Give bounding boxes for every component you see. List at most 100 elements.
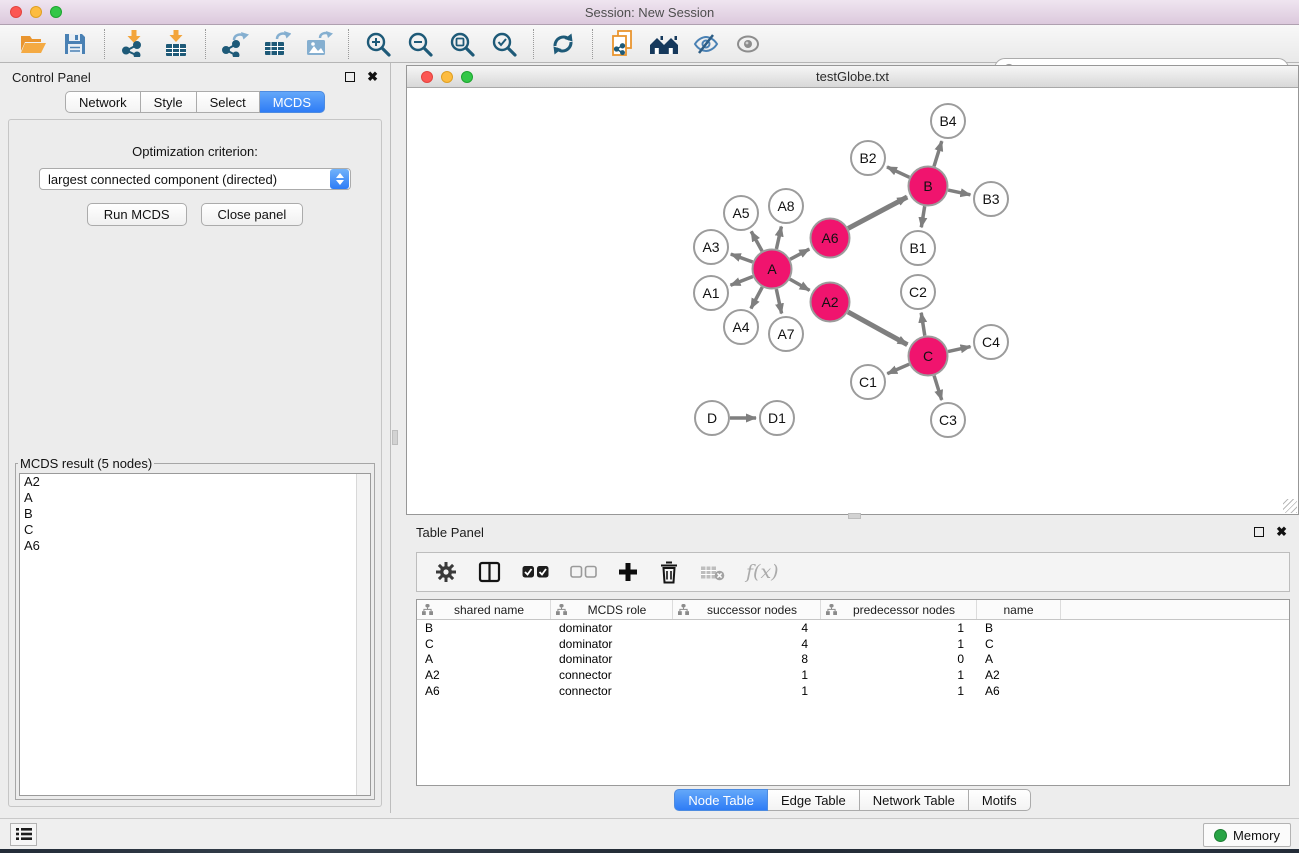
table-row[interactable]: Cdominator41C	[417, 636, 1289, 652]
table-float-panel-icon[interactable]	[1254, 527, 1264, 537]
table-tab-network-table[interactable]: Network Table	[860, 789, 969, 811]
graph-edge-A-A4[interactable]	[751, 287, 762, 308]
graph-node-A4[interactable]: A4	[724, 310, 758, 344]
graph-edge-A-A2[interactable]	[790, 279, 810, 290]
vertical-splitter-handle[interactable]	[392, 430, 398, 445]
mcds-result-item[interactable]: C	[20, 522, 370, 538]
optimization-criterion-select[interactable]: largest connected component (directed)	[39, 168, 351, 190]
graph-node-C2[interactable]: C2	[901, 275, 935, 309]
graph-node-A[interactable]: A	[753, 250, 792, 289]
table-settings-button[interactable]	[435, 561, 457, 583]
graph-edge-A-A8[interactable]	[776, 227, 781, 250]
graph-edge-C-C3[interactable]	[934, 376, 942, 400]
graph-node-B2[interactable]: B2	[851, 141, 885, 175]
tab-network[interactable]: Network	[65, 91, 141, 113]
table-row[interactable]: A6connector11A6	[417, 683, 1289, 699]
float-panel-icon[interactable]	[345, 72, 355, 82]
graph-edge-A-A1[interactable]	[731, 277, 753, 286]
graph-node-B4[interactable]: B4	[931, 104, 965, 138]
tab-mcds[interactable]: MCDS	[260, 91, 325, 113]
column-header-shared-name[interactable]: shared name	[417, 600, 551, 619]
show-graphics-details-button[interactable]	[727, 28, 769, 60]
graph-edge-B-B4[interactable]	[934, 141, 942, 166]
mcds-result-item[interactable]: B	[20, 506, 370, 522]
graph-node-A7[interactable]: A7	[769, 317, 803, 351]
graph-node-D1[interactable]: D1	[760, 401, 794, 435]
graph-node-C3[interactable]: C3	[931, 403, 965, 437]
graph-edge-B-B3[interactable]	[948, 190, 970, 195]
table-tab-motifs[interactable]: Motifs	[969, 789, 1031, 811]
graph-node-C[interactable]: C	[909, 337, 948, 376]
graph-edge-C-C1[interactable]	[887, 364, 909, 374]
deselect-all-rows-button[interactable]	[570, 565, 597, 579]
table-row[interactable]: Adominator80A	[417, 651, 1289, 667]
graph-node-A1[interactable]: A1	[694, 276, 728, 310]
column-header-mcds-role[interactable]: MCDS role	[551, 600, 673, 619]
import-network-button[interactable]	[113, 28, 155, 60]
table-tab-node-table[interactable]: Node Table	[674, 789, 768, 811]
table-close-panel-icon[interactable]: ✖	[1276, 527, 1287, 537]
zoom-fit-button[interactable]	[441, 28, 483, 60]
open-session-button[interactable]	[12, 28, 54, 60]
mcds-result-item[interactable]: A2	[20, 474, 370, 490]
mcds-result-item[interactable]: A	[20, 490, 370, 506]
export-image-button[interactable]	[298, 28, 340, 60]
table-row[interactable]: Bdominator41B	[417, 620, 1289, 636]
apply-layout-button[interactable]	[542, 28, 584, 60]
export-table-button[interactable]	[256, 28, 298, 60]
graph-node-A8[interactable]: A8	[769, 189, 803, 223]
graph-node-D[interactable]: D	[695, 401, 729, 435]
close-panel-icon[interactable]: ✖	[367, 72, 378, 82]
graph-edge-A-A6[interactable]	[790, 249, 809, 259]
graph-node-A5[interactable]: A5	[724, 196, 758, 230]
graph-edge-A6-B[interactable]	[848, 197, 907, 228]
network-window-titlebar[interactable]: testGlobe.txt	[407, 66, 1298, 88]
run-mcds-button[interactable]: Run MCDS	[87, 203, 187, 226]
graph-edge-A2-C[interactable]	[848, 312, 907, 345]
zoom-selected-button[interactable]	[483, 28, 525, 60]
toggle-columns-button[interactable]	[478, 561, 501, 583]
graph-edge-C-C4[interactable]	[948, 347, 971, 352]
save-session-button[interactable]	[54, 28, 96, 60]
column-header-successor-nodes[interactable]: successor nodes	[673, 600, 821, 619]
graph-node-C1[interactable]: C1	[851, 365, 885, 399]
select-all-rows-button[interactable]	[522, 565, 549, 579]
graph-node-A3[interactable]: A3	[694, 230, 728, 264]
first-neighbors-button[interactable]	[643, 28, 685, 60]
zoom-out-button[interactable]	[399, 28, 441, 60]
graph-edge-A-A3[interactable]	[731, 254, 753, 262]
table-row[interactable]: A2connector11A2	[417, 667, 1289, 683]
table-tab-edge-table[interactable]: Edge Table	[768, 789, 860, 811]
graph-node-C4[interactable]: C4	[974, 325, 1008, 359]
zoom-in-button[interactable]	[357, 28, 399, 60]
graph-edge-B-B2[interactable]	[887, 167, 909, 177]
export-network-button[interactable]	[214, 28, 256, 60]
create-column-button[interactable]	[618, 562, 638, 582]
delete-columns-button[interactable]	[659, 561, 679, 584]
listbox-scrollbar[interactable]	[356, 474, 370, 795]
main-toolbar	[0, 25, 1299, 63]
graph-edge-A-A5[interactable]	[751, 231, 762, 251]
graph-node-A2[interactable]: A2	[811, 283, 850, 322]
graph-edge-C-C2[interactable]	[921, 313, 925, 336]
hide-graphics-details-button[interactable]	[685, 28, 727, 60]
graph-node-B[interactable]: B	[909, 167, 948, 206]
window-resize-grip[interactable]	[1283, 499, 1297, 513]
close-panel-button[interactable]: Close panel	[201, 203, 304, 226]
graph-node-B1[interactable]: B1	[901, 231, 935, 265]
column-header-predecessor-nodes[interactable]: predecessor nodes	[821, 600, 977, 619]
network-canvas[interactable]: B4 B2 B B3 A8 A5 A6 B1 A3 A A1 C2 A2 A4 A7 C4 C C1 C3 D D1	[407, 88, 1298, 514]
mcds-result-item[interactable]: A6	[20, 538, 370, 554]
task-history-button[interactable]	[10, 823, 37, 846]
tab-style[interactable]: Style	[141, 91, 197, 113]
tab-select[interactable]: Select	[197, 91, 260, 113]
column-header-name[interactable]: name	[977, 600, 1061, 619]
memory-button[interactable]: Memory	[1203, 823, 1291, 847]
new-network-from-selection-button[interactable]	[601, 28, 643, 60]
graph-node-A6[interactable]: A6	[811, 219, 850, 258]
graph-edge-A-A7[interactable]	[776, 289, 781, 314]
mcds-result-listbox[interactable]: A2ABCA6	[19, 473, 371, 796]
graph-edge-B-B1[interactable]	[921, 206, 924, 227]
import-table-button[interactable]	[155, 28, 197, 60]
graph-node-B3[interactable]: B3	[974, 182, 1008, 216]
